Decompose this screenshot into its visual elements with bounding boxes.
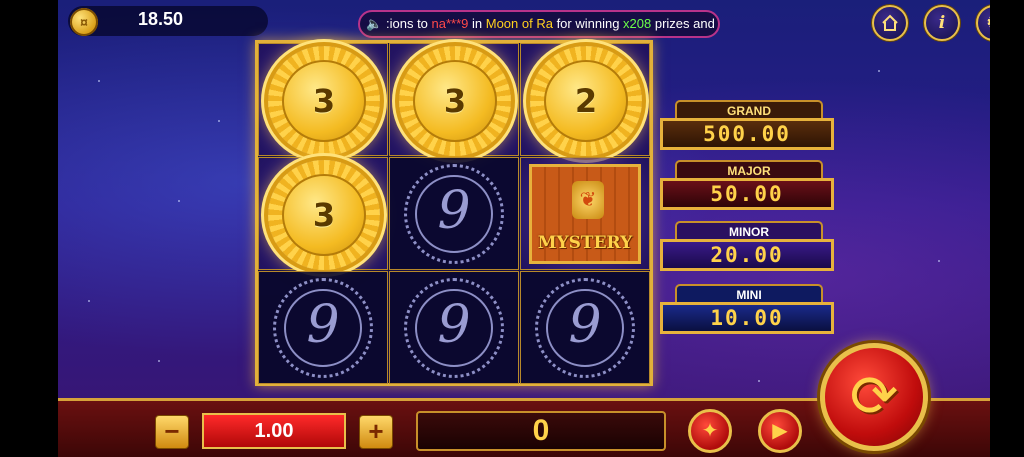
star: [158, 360, 160, 362]
nine-symbol: 9: [404, 164, 504, 264]
autoplay-button[interactable]: ▶: [758, 409, 802, 453]
game-stage: ¤ 18.50 🔈 :ions to na***9 in Moon of Ra …: [58, 0, 990, 457]
nine-glyph: 9: [568, 295, 602, 355]
grid-cell: 9: [258, 271, 388, 384]
star: [938, 260, 940, 262]
ticker-part: for winning: [552, 16, 624, 31]
grid-cell: 9: [520, 271, 650, 384]
ticker-part: prizes and: [651, 16, 715, 31]
coin-value: 3: [312, 196, 336, 234]
home-button[interactable]: [872, 5, 908, 41]
settings-button[interactable]: ⚙: [976, 5, 990, 41]
balance-value: 18.50: [138, 9, 184, 29]
play-icon: ▶: [772, 420, 788, 442]
star: [218, 120, 220, 122]
jackpot-value: 50.00: [660, 178, 834, 210]
ticker-multiplier: x208: [623, 16, 652, 31]
speaker-icon: 🔈: [366, 16, 383, 31]
nine-glyph: 9: [306, 295, 340, 355]
nine-symbol: 9: [404, 278, 504, 378]
star: [178, 200, 180, 202]
announcement-ticker: 🔈 :ions to na***9 in Moon of Ra for winn…: [358, 10, 720, 38]
mystery-symbol: ❦ MYSTERY: [529, 164, 641, 264]
ticker-text: :ions to na***9 in Moon of Ra for winnin…: [386, 12, 715, 36]
nine-symbol: 9: [273, 278, 373, 378]
jackpot-value: 20.00: [660, 239, 834, 271]
coin-value: 3: [312, 82, 336, 120]
info-icon: i: [938, 13, 946, 33]
reel-grid: 3 3 2 3 9 ❦ MYSTERY 9 9 9: [255, 40, 653, 386]
turbo-button[interactable]: ✦: [688, 409, 732, 453]
coin-icon: ¤: [70, 8, 98, 36]
grid-cell: 3: [389, 43, 519, 156]
gear-icon: ⚙: [986, 13, 990, 33]
grid-cell: ❦ MYSTERY: [520, 157, 650, 270]
magic-wand-icon: ✦: [701, 420, 719, 442]
nine-glyph: 9: [437, 295, 471, 355]
decrease-bet-button[interactable]: −: [155, 415, 189, 449]
home-icon: [882, 14, 898, 31]
grid-cell: 3: [258, 157, 388, 270]
jackpot-value: 10.00: [660, 302, 834, 334]
gold-coin-symbol: 3: [268, 160, 380, 270]
ticker-part: in: [468, 16, 486, 31]
nine-glyph: 9: [437, 181, 471, 241]
ticker-part: :ions to: [386, 16, 432, 31]
bet-amount: 1.00: [202, 413, 346, 449]
mystery-label: MYSTERY: [537, 233, 633, 253]
ticker-user: na***9: [431, 16, 469, 31]
gold-coin-symbol: 3: [399, 46, 511, 156]
grid-cell: 2: [520, 43, 650, 156]
gold-coin-symbol: 3: [268, 46, 380, 156]
increase-bet-button[interactable]: +: [359, 415, 393, 449]
grid-cell: 3: [258, 43, 388, 156]
info-button[interactable]: i: [924, 5, 960, 41]
grid-cell: 9: [389, 157, 519, 270]
ticker-game: Moon of Ra: [485, 16, 553, 31]
nine-symbol: 9: [535, 278, 635, 378]
star: [98, 80, 100, 82]
star: [758, 380, 760, 382]
win-amount: 0: [416, 411, 666, 451]
gold-coin-symbol: 2: [530, 46, 642, 156]
coin-value: 3: [443, 82, 467, 120]
lock-icon: ❦: [572, 181, 604, 219]
spin-button[interactable]: ⟳: [820, 343, 928, 451]
star: [88, 300, 90, 302]
coin-value: 2: [574, 82, 598, 120]
grid-cell: 9: [389, 271, 519, 384]
star: [878, 70, 880, 72]
refresh-arrows-icon: ⟳: [849, 364, 899, 429]
jackpot-value: 500.00: [660, 118, 834, 150]
